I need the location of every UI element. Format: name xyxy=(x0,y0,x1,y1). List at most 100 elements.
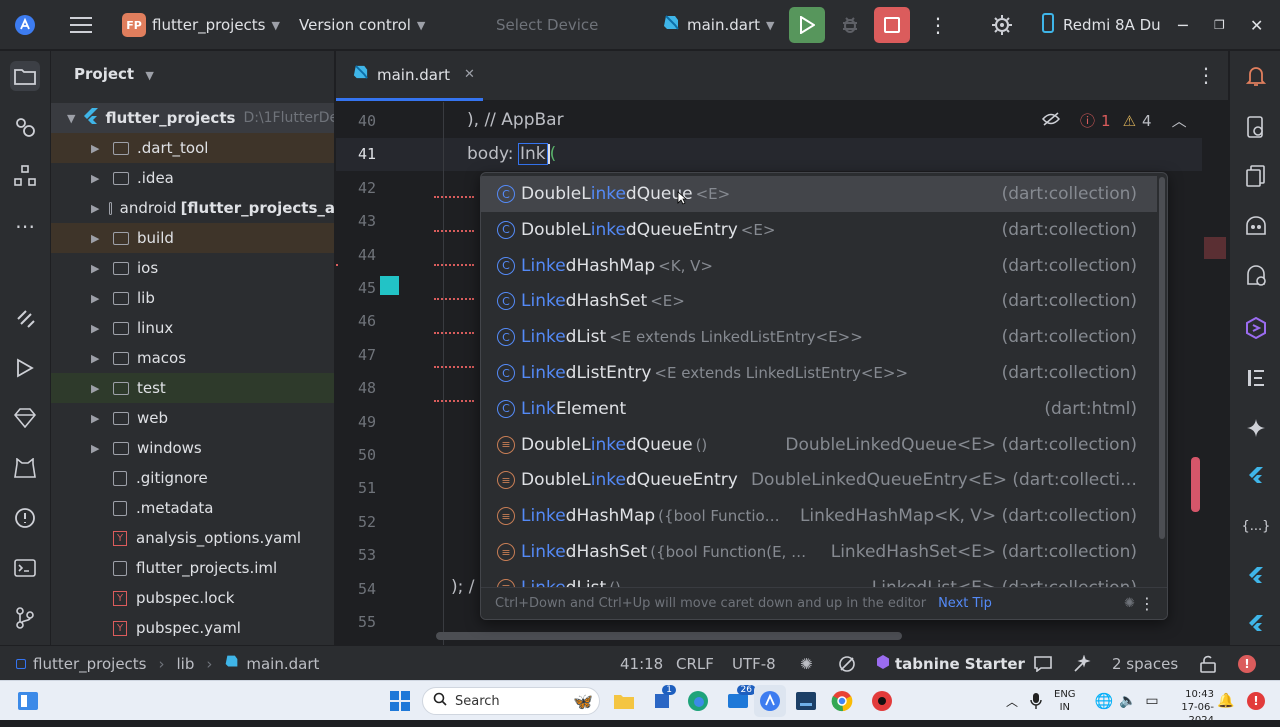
indent-setting[interactable]: 2 spaces xyxy=(1112,646,1178,681)
more-actions-icon[interactable]: ⋮ xyxy=(928,0,948,50)
lock-open-icon[interactable] xyxy=(1200,646,1216,681)
file-explorer-icon[interactable] xyxy=(608,685,640,717)
terminal-icon[interactable] xyxy=(10,553,40,583)
completion-item[interactable]: ≡ LinkedHashSet ({bool Function(E, … Linked… xyxy=(481,534,1157,570)
completion-item[interactable]: C LinkedListEntry <E extends LinkedListEnt… xyxy=(481,355,1157,391)
edge-icon[interactable] xyxy=(682,685,714,717)
completion-item[interactable]: ≡ DoubleLinkedQueue() DoubleLinkedQueue<E>… xyxy=(481,427,1157,463)
popup-menu-icon[interactable]: ⋮ xyxy=(1139,594,1155,613)
vertical-scrollbar-thumb[interactable] xyxy=(1191,457,1200,512)
project-switcher[interactable]: FP flutter_projects ▼ xyxy=(122,0,280,50)
terminal-app-icon[interactable] xyxy=(790,685,822,717)
completion-item[interactable]: ≡ DoubleLinkedQueueEntry DoubleLinkedQueue… xyxy=(481,462,1157,498)
project-panel-header[interactable]: Project ▼ xyxy=(74,65,154,83)
device-menu[interactable]: Redmi 8A Du xyxy=(1042,0,1161,50)
chevron-up-icon[interactable]: ︿ xyxy=(1172,110,1187,131)
notifications-icon[interactable] xyxy=(1241,61,1271,91)
tree-item[interactable]: ▶ macos xyxy=(51,343,334,373)
completion-item[interactable]: ≡ LinkedHashMap ({bool Functio… LinkedHashM… xyxy=(481,498,1157,534)
git-icon[interactable] xyxy=(10,603,40,633)
device-file-explorer-icon[interactable] xyxy=(1241,161,1271,191)
flutter-performance-icon[interactable] xyxy=(1241,561,1271,591)
outline-icon[interactable] xyxy=(1241,363,1271,393)
restore-icon[interactable]: ❐ xyxy=(1214,0,1225,50)
logcat-icon[interactable] xyxy=(10,453,40,483)
structure-icon[interactable] xyxy=(10,161,40,191)
completion-item[interactable]: C LinkedHashMap <K, V> (dart:collection) xyxy=(481,248,1157,284)
close-tab-icon[interactable]: ✕ xyxy=(464,67,475,82)
tree-item[interactable]: ▶ .idea xyxy=(51,163,334,193)
tabnine-status[interactable]: tabnine Starter xyxy=(876,646,1025,681)
no-power-save-icon[interactable] xyxy=(838,646,856,681)
tree-item[interactable]: ▶ ios xyxy=(51,253,334,283)
main-menu-icon[interactable] xyxy=(70,0,94,50)
mail-icon[interactable]: 26 xyxy=(722,685,756,717)
close-icon[interactable]: ✕ xyxy=(1250,0,1263,50)
tree-item[interactable]: Ypubspec.yaml xyxy=(51,613,334,643)
vcs-menu[interactable]: Version control ▼ xyxy=(299,0,425,50)
clock[interactable]: 10:43 17-06-2024 xyxy=(1168,688,1214,727)
completion-item[interactable]: C DoubleLinkedQueue <E> (dart:collection) xyxy=(481,176,1157,212)
taskbar-search[interactable]: Search 🦋 xyxy=(422,687,600,715)
chevron-right-icon[interactable]: ▶ xyxy=(91,202,99,215)
tree-item[interactable]: ▶ linux xyxy=(51,313,334,343)
chevron-right-icon[interactable]: ▶ xyxy=(91,382,103,395)
json-icon[interactable]: {...} xyxy=(1241,511,1271,541)
file-encoding[interactable]: UTF-8 xyxy=(732,646,776,681)
windows-start-icon[interactable] xyxy=(384,685,416,717)
flutter-inspector-icon[interactable] xyxy=(10,303,40,333)
tree-item[interactable]: ▶ .dart_tool xyxy=(51,133,334,163)
gear-bug-icon[interactable] xyxy=(990,0,1014,50)
tree-item[interactable]: ▶ windows xyxy=(51,433,334,463)
chevron-right-icon[interactable]: ▶ xyxy=(91,262,103,275)
run-button[interactable] xyxy=(789,0,825,50)
problems-icon[interactable] xyxy=(10,503,40,533)
chevron-right-icon[interactable]: ▶ xyxy=(91,142,103,155)
tree-item[interactable]: .metadata xyxy=(51,493,334,523)
stop-button[interactable] xyxy=(874,0,910,50)
tree-item[interactable]: ▶ web xyxy=(51,403,334,433)
tree-item[interactable]: .gitignore xyxy=(51,463,334,493)
microphone-icon[interactable] xyxy=(1020,685,1052,717)
chevron-right-icon[interactable]: ▶ xyxy=(91,172,103,185)
flutter-outline-icon[interactable] xyxy=(1241,461,1271,491)
app-inspection-icon[interactable] xyxy=(1241,261,1271,291)
tabnine-icon[interactable] xyxy=(1241,313,1271,343)
chevron-right-icon[interactable]: ▶ xyxy=(91,292,103,305)
commit-icon[interactable] xyxy=(10,112,40,142)
app-red-icon[interactable] xyxy=(866,685,898,717)
tree-item[interactable]: flutter_projects.iml xyxy=(51,553,334,583)
app-logo-icon[interactable] xyxy=(14,0,36,50)
error-status-icon[interactable]: ! xyxy=(1238,646,1256,681)
red-alert-icon[interactable]: ! xyxy=(1240,685,1272,717)
caret-position[interactable]: 41:18 xyxy=(620,646,663,681)
completion-item[interactable]: C LinkElement (dart:html) xyxy=(481,391,1157,427)
breadcrumb-project[interactable]: flutter_projects xyxy=(33,655,147,673)
chrome-icon[interactable] xyxy=(826,685,858,717)
color-swatch[interactable] xyxy=(380,276,399,295)
notification-bell-icon[interactable]: 🔔 xyxy=(1210,685,1242,717)
flutter-devtools-icon[interactable] xyxy=(1241,609,1271,639)
chevron-right-icon[interactable]: ▶ xyxy=(91,412,103,425)
tree-item[interactable]: ▶ lib xyxy=(51,283,334,313)
widgets-icon[interactable] xyxy=(12,685,44,717)
chevron-right-icon[interactable]: ▶ xyxy=(91,232,103,245)
breadcrumb-lib[interactable]: lib xyxy=(177,655,195,673)
eye-off-icon[interactable] xyxy=(1041,111,1061,130)
tab-actions-icon[interactable]: ⋮ xyxy=(1196,63,1216,87)
run-config-selector[interactable]: main.dart ▼ xyxy=(662,0,774,50)
debug-icon[interactable] xyxy=(840,0,860,50)
copilot-icon[interactable]: 1 xyxy=(646,685,678,717)
completion-popup[interactable]: C DoubleLinkedQueue <E> (dart:collection) C D… xyxy=(480,172,1168,620)
gem-icon[interactable] xyxy=(10,403,40,433)
sparkle-icon[interactable] xyxy=(1241,413,1271,443)
chevron-right-icon[interactable]: ▶ xyxy=(91,352,103,365)
popup-scrollbar-thumb[interactable] xyxy=(1159,177,1165,539)
gemini-icon[interactable] xyxy=(1241,211,1271,241)
breadcrumb-file[interactable]: main.dart xyxy=(246,655,319,673)
comment-icon[interactable] xyxy=(1034,646,1052,681)
minimize-icon[interactable]: ─ xyxy=(1178,0,1188,50)
device-manager-icon[interactable] xyxy=(1241,112,1271,142)
tree-item[interactable]: ▶ test xyxy=(51,373,334,403)
chevron-right-icon[interactable]: ▶ xyxy=(91,322,103,335)
